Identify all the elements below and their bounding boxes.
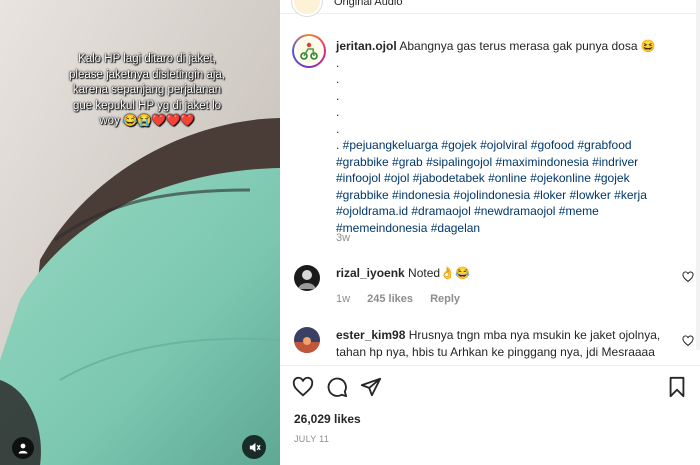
- comment-time: 1w: [336, 293, 351, 305]
- author-avatar-small[interactable]: [292, 0, 322, 16]
- caption-dot: .: [336, 121, 340, 136]
- comment-item: ester_kim98 Hrusnya tngn mba nya msukin …: [294, 327, 694, 367]
- actions-divider: [280, 365, 700, 366]
- caption-text: Abangnya gas terus merasa gak punya dosa…: [399, 39, 656, 53]
- comment-icon[interactable]: [326, 376, 348, 398]
- share-icon[interactable]: [360, 376, 382, 398]
- caption-dot: .: [336, 105, 340, 119]
- speaker-muted-icon[interactable]: [242, 435, 266, 459]
- comment-like-icon[interactable]: [682, 271, 694, 283]
- post-caption: jeritan.ojol Abangnya gas terus merasa g…: [336, 38, 681, 236]
- video-overlay-text: Kalo HP lagi ditaro di jaket, please jak…: [69, 53, 225, 127]
- author-avatar[interactable]: [292, 34, 326, 68]
- comment-username[interactable]: ester_kim98: [336, 328, 405, 342]
- caption-dot: .: [336, 55, 340, 70]
- comment-text: Noted👌😂: [408, 266, 470, 280]
- author-username[interactable]: jeritan.ojol: [336, 39, 397, 53]
- post-panel: Original Audio jeritan.ojol Abangnya gas…: [280, 0, 700, 465]
- caption-hashtags[interactable]: . #pejuangkeluarga #gojek #ojolviral #go…: [336, 138, 647, 235]
- audio-label[interactable]: Original Audio: [334, 0, 403, 8]
- caption-dot: .: [336, 88, 340, 103]
- bookmark-icon[interactable]: [666, 376, 688, 398]
- comment-item: rizal_iyoenk Noted👌😂 1w 245 likes Reply: [294, 265, 694, 315]
- comment-username[interactable]: rizal_iyoenk: [336, 266, 405, 280]
- caption-dot: .: [336, 72, 340, 86]
- commenter-avatar[interactable]: [294, 265, 320, 291]
- post-time-ago: 3w: [336, 232, 351, 244]
- likes-count[interactable]: 26,029 likes: [294, 412, 361, 426]
- comments-scrollbar[interactable]: [696, 0, 700, 350]
- video-player[interactable]: Kalo HP lagi ditaro di jaket, please jak…: [0, 0, 280, 465]
- reply-button[interactable]: Reply: [430, 293, 460, 305]
- comment-meta: 1w 245 likes Reply: [336, 293, 474, 305]
- scooter-logo-icon: [300, 42, 318, 60]
- post-header: Original Audio: [280, 0, 700, 16]
- commenter-avatar[interactable]: [294, 327, 320, 353]
- post-actions: [292, 376, 692, 400]
- comment-likes[interactable]: 245 likes: [367, 293, 413, 305]
- post-date: JULY 11: [294, 434, 330, 444]
- comment-like-icon[interactable]: [682, 335, 694, 347]
- user-icon[interactable]: [12, 437, 34, 459]
- heart-icon[interactable]: [292, 376, 314, 398]
